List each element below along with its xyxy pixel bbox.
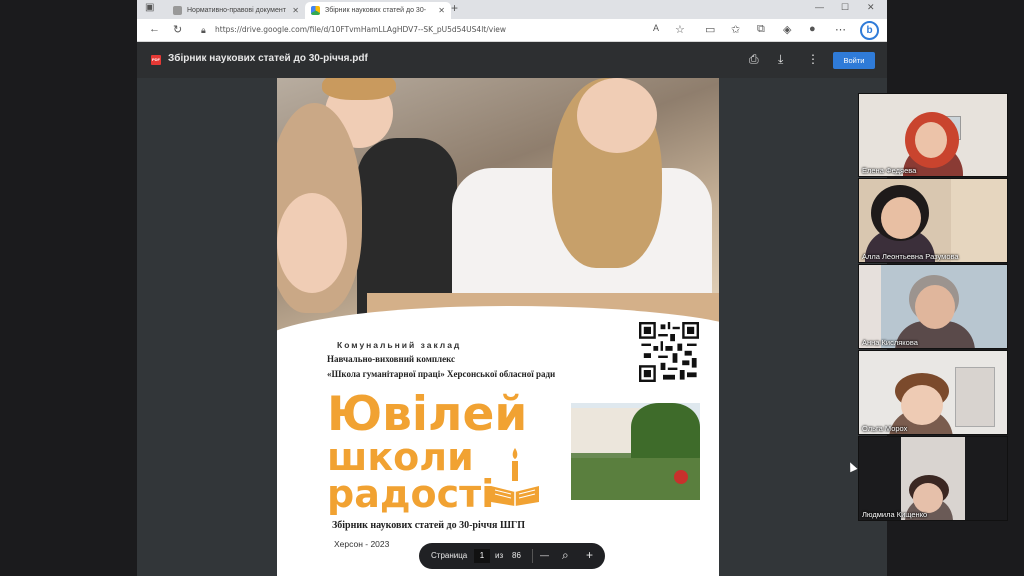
participant-face — [915, 122, 947, 158]
participant-name: Людмила Кищенко — [862, 510, 928, 519]
split-screen-icon[interactable]: ▭ — [705, 23, 715, 36]
school-building-photo — [571, 403, 700, 500]
cover-title-line1: Ювілей — [327, 387, 528, 442]
print-icon[interactable]: ⎙ — [749, 52, 759, 67]
browser-window: ▣ Нормативно-правові документ ✕ Збірник … — [137, 0, 887, 576]
more-menu-icon[interactable]: ⋯ — [835, 23, 846, 36]
zoom-icon[interactable]: ⌕ — [562, 548, 569, 563]
participant-name: Елена Федяева — [862, 166, 917, 175]
participant-tile[interactable]: Елена Федяева — [858, 93, 1008, 177]
institution-type: Комунальний заклад — [337, 340, 462, 350]
extensions-icon[interactable]: ◈ — [783, 23, 791, 36]
read-aloud-icon[interactable]: A — [653, 23, 659, 33]
collection-subtitle: Збірник наукових статей до 30-річчя ШГП — [332, 520, 526, 531]
participant-tile[interactable]: Ольга Морох — [858, 350, 1008, 435]
participant-face — [913, 483, 943, 513]
cover-title-line3: радості — [327, 472, 495, 516]
candle-book-icon — [491, 448, 539, 506]
close-tab-icon[interactable]: ✕ — [438, 6, 445, 15]
curtain — [951, 179, 1007, 262]
tree — [631, 403, 700, 463]
girl-face — [577, 78, 657, 153]
tab-label: Збірник наукових статей до 30- — [325, 7, 427, 14]
participant-name: Алла Леонтьевна Разумова — [862, 252, 959, 261]
zoom-out-button[interactable]: — — [540, 550, 549, 560]
pdf-viewer[interactable]: Комунальний заклад Навчально-виховний ко… — [137, 78, 887, 576]
page-label: Страница — [431, 551, 468, 560]
tab-strip: ▣ Нормативно-правові документ ✕ Збірник … — [137, 0, 887, 19]
participant-video — [901, 437, 965, 520]
back-icon[interactable]: ← — [149, 23, 160, 35]
cover-title-line2: школи — [327, 435, 474, 479]
institution-name: Навчально-виховний комплекс — [327, 354, 456, 364]
institution-full-name: «Школа гуманітарної праці» Херсонської о… — [327, 369, 556, 379]
red-flower — [674, 470, 688, 484]
page-number-input[interactable]: 1 — [474, 549, 490, 563]
bing-copilot-icon[interactable]: b — [860, 21, 879, 40]
favorites-icon[interactable]: ✩ — [731, 23, 740, 36]
more-options-icon[interactable]: ⋮ — [807, 52, 819, 66]
tab-documents[interactable]: Нормативно-правові документ ✕ — [167, 2, 305, 19]
pdf-file-icon: PDF — [151, 55, 161, 65]
shelf — [955, 367, 995, 427]
qr-code[interactable] — [639, 322, 699, 382]
cover-photo — [277, 78, 719, 338]
zoom-in-button[interactable]: + — [586, 548, 593, 562]
divider — [532, 549, 533, 563]
participant-name: Анна Кислякова — [862, 338, 918, 347]
lock-icon: 🔒︎ — [201, 25, 206, 35]
participant-face — [881, 197, 921, 239]
page-of-label: из — [495, 551, 504, 560]
participant-tile[interactable]: Людмила Кищенко — [858, 436, 1008, 521]
participant-tile[interactable]: Алла Леонтьевна Разумова — [858, 178, 1008, 263]
browser-toolbar: ← ↻ 🔒︎ https://drive.google.com/file/d/1… — [137, 19, 887, 42]
minimize-icon[interactable]: — — [815, 2, 824, 12]
tab-label: Нормативно-правові документ — [187, 7, 286, 14]
front-girl-face — [277, 193, 347, 293]
qr-code-graphic — [639, 322, 699, 382]
tab-actions-icon[interactable]: ▣ — [145, 2, 154, 13]
google-drive-icon — [311, 6, 320, 15]
participant-tile[interactable]: Анна Кислякова — [858, 264, 1008, 349]
participant-name: Ольга Морох — [862, 424, 908, 433]
address-bar[interactable]: https://drive.google.com/file/d/10FTvmHa… — [209, 22, 569, 38]
participant-face — [915, 285, 955, 329]
profile-icon[interactable]: ● — [809, 23, 816, 35]
collections-icon[interactable]: ⧉ — [757, 23, 765, 36]
window-curtain — [859, 265, 881, 348]
page-navigation: Страница 1 из 86 — ⌕ + — [419, 543, 605, 569]
signin-button[interactable]: Войти — [833, 52, 875, 69]
page-total: 86 — [512, 551, 521, 560]
pdf-page: Комунальний заклад Навчально-виховний ко… — [277, 78, 719, 576]
tab-drive[interactable]: Збірник наукових статей до 30- ✕ — [305, 2, 451, 19]
refresh-icon[interactable]: ↻ — [173, 23, 182, 36]
page-favicon-icon — [173, 6, 182, 15]
close-window-icon[interactable]: ✕ — [867, 2, 875, 13]
download-icon[interactable]: ⤓ — [778, 52, 783, 67]
screen: ▣ Нормативно-правові документ ✕ Збірник … — [0, 0, 1024, 576]
favorite-star-icon[interactable]: ☆ — [675, 23, 685, 36]
viewer-header: PDF Збірник наукових статей до 30-річчя.… — [137, 42, 887, 78]
maximize-icon[interactable]: ☐ — [841, 2, 849, 13]
participant-face — [901, 385, 943, 425]
new-tab-button[interactable]: + — [451, 1, 458, 15]
file-title: Збірник наукових статей до 30-річчя.pdf — [168, 53, 368, 64]
student-hair — [322, 78, 396, 100]
close-tab-icon[interactable]: ✕ — [292, 6, 299, 15]
city-year: Херсон - 2023 — [334, 539, 390, 549]
